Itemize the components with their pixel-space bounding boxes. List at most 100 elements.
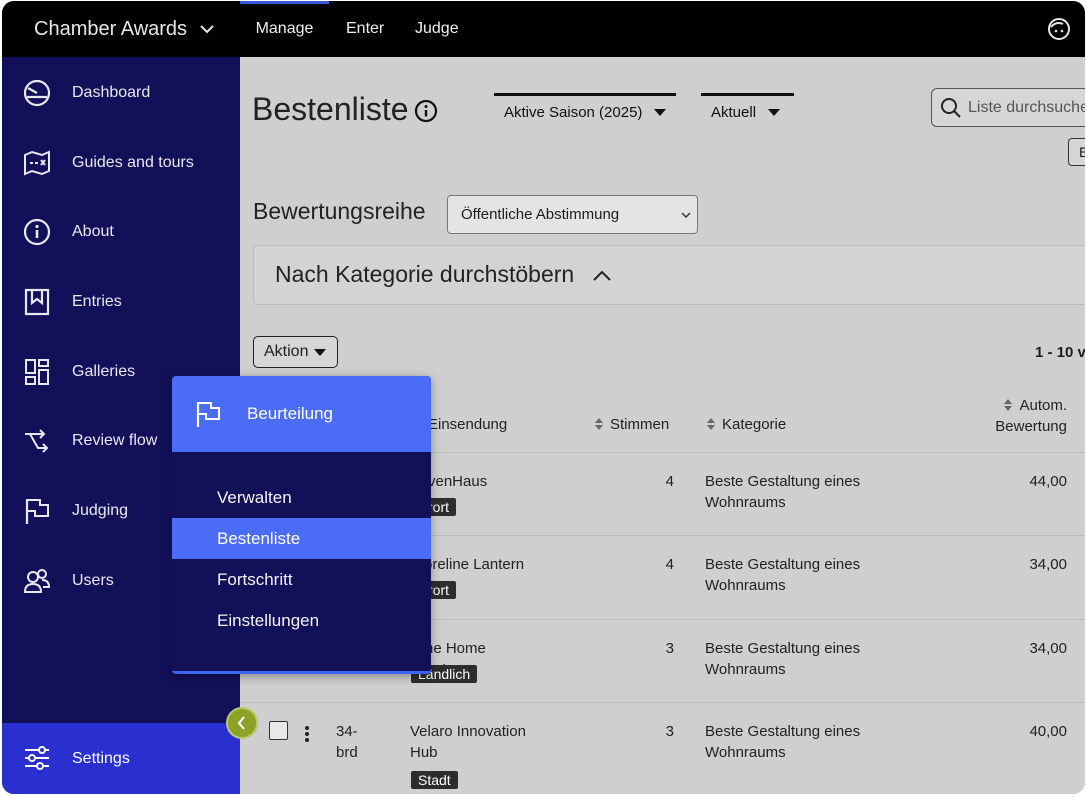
row-checkbox[interactable] [269, 721, 288, 740]
entry-name[interactable]: venHaus [428, 471, 487, 492]
settings-label: Settings [72, 750, 130, 767]
users-icon [23, 569, 51, 593]
account-face-icon[interactable] [1047, 17, 1071, 41]
kebab-menu-icon[interactable] [304, 725, 310, 743]
chevron-left-icon [237, 716, 245, 730]
sidebar-item-label: Judging [72, 502, 129, 519]
season-filter[interactable]: Aktive Saison (2025) [494, 93, 676, 129]
category-line: Beste Gestaltung eines [705, 473, 861, 490]
category-line: Wohnraums [705, 494, 786, 511]
series-select-value: Öffentliche Abstimmung [461, 206, 620, 223]
info-icon[interactable] [414, 99, 438, 123]
menu-item-label: Einstellungen [217, 610, 320, 630]
sidebar-item-label: Dashboard [72, 84, 151, 101]
action-menu-button[interactable]: Aktion [253, 336, 338, 368]
flag-icon [196, 402, 220, 427]
sidebar-item-guides[interactable]: Guides and tours [2, 135, 240, 191]
category-line: Beste Gestaltung eines [705, 723, 861, 740]
category-value: Beste Gestaltung eines Wohnraums [705, 554, 860, 596]
menu-item-leaderboard[interactable]: Bestenliste [172, 518, 431, 559]
sidebar-item-label: Review flow [72, 432, 158, 449]
votes-value: 4 [665, 473, 674, 490]
entry-tag: Stadt [411, 771, 458, 789]
category-browse-toggle[interactable]: Nach Kategorie durchstöbern [253, 245, 1085, 305]
category-browse-label: Nach Kategorie durchstöbern [275, 261, 575, 287]
nav-enter[interactable]: Enter [346, 1, 384, 57]
column-header-label: Stimmen [610, 416, 670, 433]
sort-icon [707, 418, 715, 430]
column-header-votes[interactable]: Stimmen [594, 416, 669, 433]
column-header-auto-score[interactable]: Autom. Bewertung [992, 395, 1067, 437]
collapse-sidebar-button[interactable] [226, 707, 258, 739]
search-placeholder: Liste durchsuchen [968, 98, 1085, 116]
status-filter-value: Aktuell [711, 104, 757, 121]
entry-name[interactable]: oreline Lantern [424, 554, 524, 575]
series-label: Bewertungsreihe [253, 198, 426, 224]
nav-enter-label: Enter [346, 20, 385, 37]
page-title: Bestenliste [252, 91, 409, 127]
app-switcher[interactable]: Chamber Awards [34, 15, 215, 43]
caret-down-icon [654, 109, 667, 116]
sidebar-item-label: Users [72, 572, 114, 589]
entry-id-line: 34- [336, 723, 358, 740]
column-header-label: Einsendung [428, 416, 508, 433]
search-input[interactable]: Liste durchsuchen [931, 88, 1085, 127]
column-header-label: Autom. [1019, 397, 1067, 414]
chevron-up-icon [593, 270, 611, 281]
category-line: Beste Gestaltung eines [705, 640, 861, 657]
nav-judge-label: Judge [415, 20, 459, 37]
entry-name[interactable]: Velaro Innovation Hub [410, 721, 526, 763]
menu-item-progress[interactable]: Fortschritt [172, 559, 431, 600]
flag-icon [25, 499, 49, 524]
sidebar-item-settings[interactable]: Settings [2, 723, 240, 794]
score-value: 34,00 [1029, 640, 1067, 657]
map-icon [24, 150, 50, 176]
nav-judge[interactable]: Judge [415, 1, 459, 57]
nav-manage-label: Manage [255, 20, 314, 37]
column-header-label: Bewertung [995, 418, 1067, 435]
sort-icon [1004, 399, 1013, 411]
judging-flyout-menu: Beurteilung Verwalten Bestenliste Fortsc… [172, 376, 431, 674]
category-value: Beste Gestaltung eines Wohnraums [705, 638, 860, 680]
category-value: Beste Gestaltung eines Wohnraums [705, 471, 860, 513]
sidebar-item-entries[interactable]: Entries [2, 274, 240, 330]
category-line: Wohnraums [705, 744, 786, 761]
column-header-entry[interactable]: Einsendung [428, 416, 507, 433]
column-header-label: Kategorie [722, 416, 787, 433]
menu-item-manage[interactable]: Verwalten [172, 477, 431, 518]
chevron-down-icon [681, 212, 691, 219]
bookmark-icon [24, 288, 50, 316]
app-name: Chamber Awards [34, 17, 188, 40]
score-value: 34,00 [1029, 556, 1067, 573]
sidebar-item-label: About [72, 223, 114, 240]
flyout-header[interactable]: Beurteilung [172, 376, 431, 452]
category-line: Wohnraums [705, 577, 786, 594]
entry-id: 34- brd [336, 721, 358, 763]
caret-down-icon [314, 348, 327, 356]
sidebar-item-label: Guides and tours [72, 154, 194, 171]
entry-name[interactable]: ne Home [425, 638, 486, 659]
menu-item-label: Bestenliste [217, 528, 301, 548]
sort-icon [595, 418, 603, 430]
column-header-category[interactable]: Kategorie [706, 416, 786, 433]
season-filter-value: Aktive Saison (2025) [504, 104, 643, 121]
flyout-title: Beurteilung [247, 404, 334, 423]
sidebar-item-about[interactable]: About [2, 204, 240, 260]
votes-value: 3 [665, 640, 674, 657]
table-row[interactable]: 34- brd Velaro Innovation Hub Stadt 3 Best… [240, 702, 1085, 789]
sidebar-item-dashboard[interactable]: Dashboard [2, 65, 240, 121]
pagination-summary: 1 - 10 vo [1035, 344, 1085, 361]
menu-item-settings[interactable]: Einstellungen [172, 600, 431, 641]
info-icon [23, 218, 51, 246]
votes-value: 3 [665, 723, 674, 740]
status-filter[interactable]: Aktuell [701, 93, 794, 129]
series-select[interactable]: Öffentliche Abstimmung [447, 195, 698, 234]
entry-name-line: Velaro Innovation [410, 723, 526, 740]
gallery-grid-icon [25, 359, 49, 385]
entry-name-line: Hub [410, 744, 438, 761]
export-button[interactable]: E [1068, 138, 1085, 166]
score-value: 40,00 [1029, 723, 1067, 740]
sliders-icon [25, 746, 49, 770]
nav-manage[interactable]: Manage [240, 1, 329, 57]
action-button-label: Aktion [264, 343, 309, 360]
